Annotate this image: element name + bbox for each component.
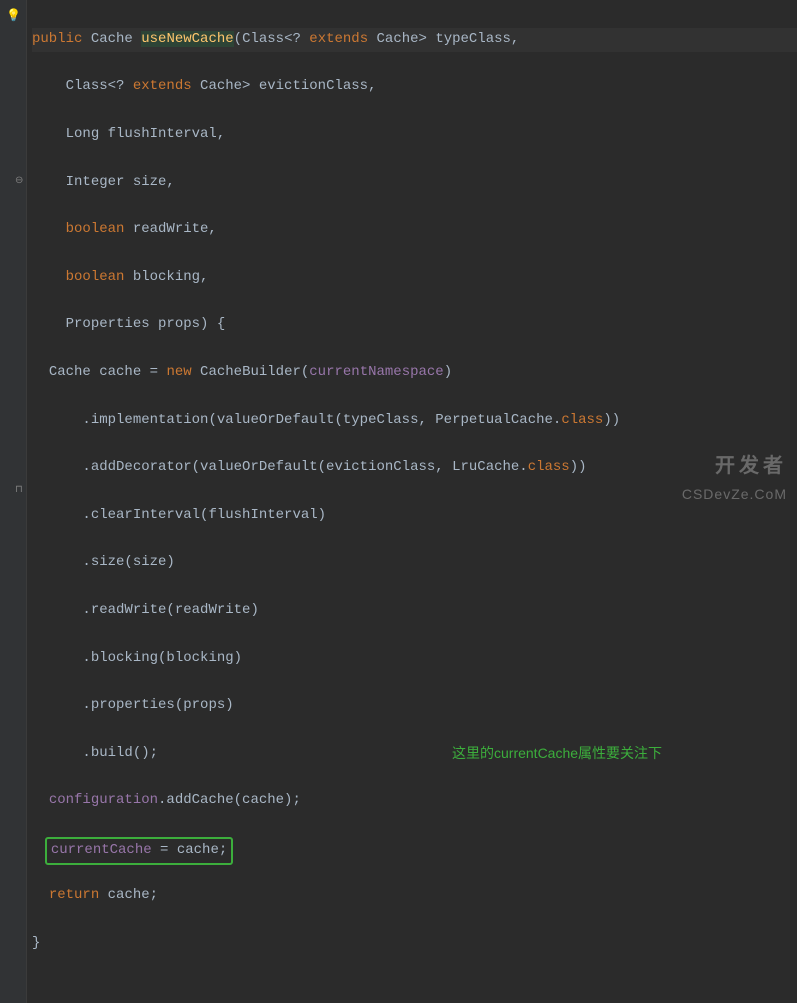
code-editor[interactable]: 💡 ⊖ ⊓ public Cache useNewCache(Class<? e…	[0, 0, 797, 1003]
fold-marker-icon[interactable]: ⊖	[15, 173, 23, 190]
keyword-extends2: extends	[133, 78, 192, 94]
param-props: Properties props) {	[66, 316, 226, 332]
dparen1: ))	[603, 412, 620, 428]
call-clearInterval: .clearInterval(flushInterval)	[82, 507, 326, 523]
param-typeClass-tail: Cache> typeClass,	[368, 31, 519, 47]
close-brace: }	[32, 935, 40, 951]
keyword-class: class	[561, 412, 603, 428]
gutter: 💡 ⊖ ⊓	[0, 0, 27, 1003]
dparen2: ))	[570, 459, 587, 475]
call-addDecorator: .addDecorator(valueOrDefault(evictionCla…	[82, 459, 527, 475]
call-properties: .properties(props)	[82, 697, 233, 713]
keyword-boolean2: boolean	[66, 269, 125, 285]
method-name: useNewCache	[141, 31, 233, 47]
param-readWrite: readWrite,	[124, 221, 216, 237]
call-blocking: .blocking(blocking)	[82, 650, 242, 666]
type: Cache	[91, 31, 133, 47]
keyword-return: return	[49, 887, 99, 903]
param-blocking: blocking,	[124, 269, 208, 285]
highlight-box: currentCache = cache;	[45, 837, 233, 865]
annotation: 这里的currentCache属性要关注下	[452, 742, 662, 766]
cache-decl: Cache cache =	[49, 364, 167, 380]
code-area[interactable]: public Cache useNewCache(Class<? extends…	[0, 4, 797, 1003]
rparen: )	[444, 364, 452, 380]
param-typeClass: Class<?	[242, 31, 309, 47]
field-currentCache: currentCache	[51, 842, 152, 858]
call-build: .build();	[82, 745, 158, 761]
keyword-boolean: boolean	[66, 221, 125, 237]
param-size: Integer size,	[66, 174, 175, 190]
call-implementation: .implementation(valueOrDefault(typeClass…	[82, 412, 561, 428]
call-size: .size(size)	[82, 554, 174, 570]
param-evictionClass: Class<?	[66, 78, 133, 94]
keyword-public: public	[32, 31, 82, 47]
keyword-class2: class	[528, 459, 570, 475]
call-readWrite: .readWrite(readWrite)	[82, 602, 258, 618]
assign-cache: = cache;	[152, 842, 228, 858]
param-flushInterval: Long flushInterval,	[66, 126, 226, 142]
intention-bulb-icon[interactable]: 💡	[6, 6, 21, 26]
call-addCache: .addCache(cache);	[158, 792, 301, 808]
keyword-extends: extends	[309, 31, 368, 47]
param-evictionClass-tail: Cache> evictionClass,	[192, 78, 377, 94]
return-val: cache;	[99, 887, 158, 903]
keyword-new: new	[166, 364, 191, 380]
field-currentNamespace: currentNamespace	[309, 364, 443, 380]
cache-builder: CacheBuilder(	[192, 364, 310, 380]
fold-end-icon[interactable]: ⊓	[15, 482, 23, 499]
field-configuration: configuration	[49, 792, 158, 808]
